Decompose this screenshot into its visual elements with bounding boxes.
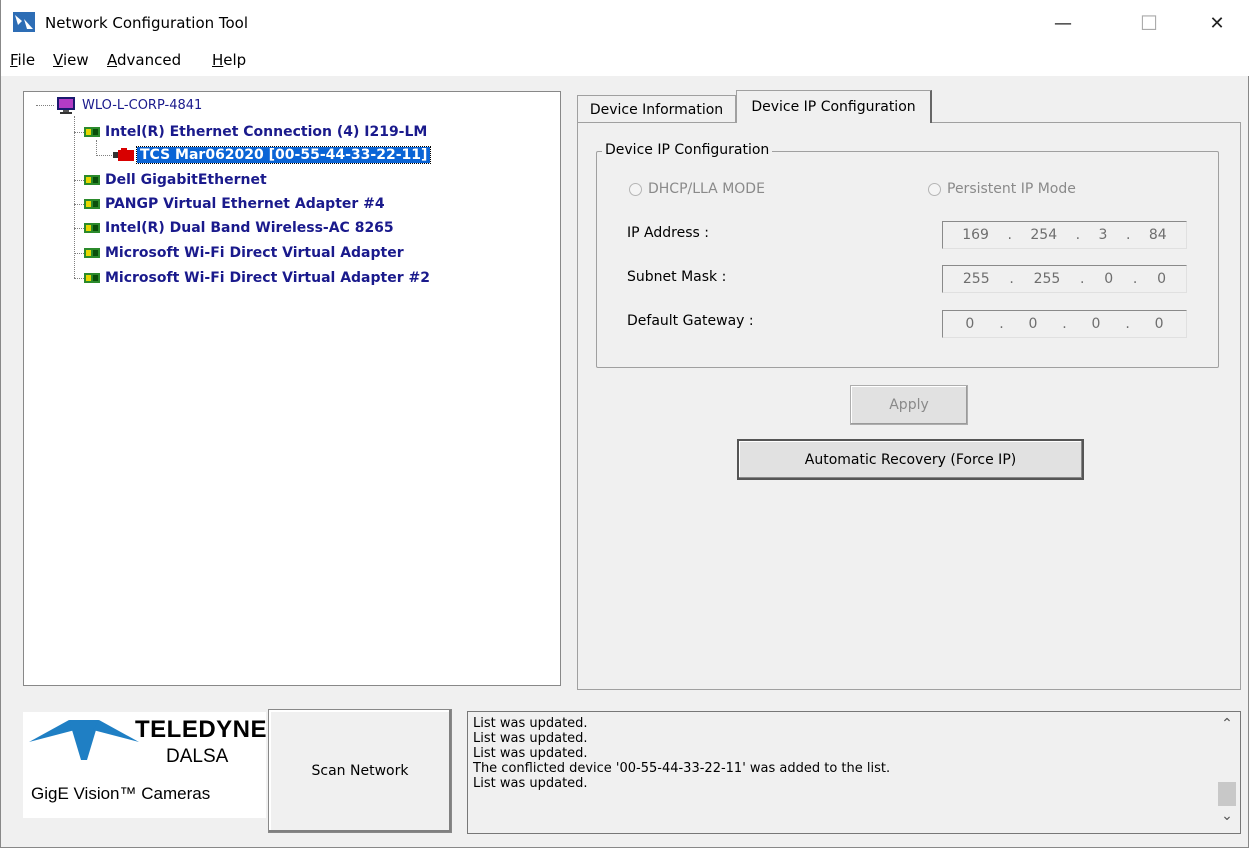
window-title: Network Configuration Tool [45,14,249,32]
tree-connector [36,105,54,106]
scroll-down-icon[interactable]: ⌄ [1214,808,1240,828]
tree-device-node[interactable]: TCS Mar062020 [00-55-44-33-22-11] [113,145,432,165]
network-adapter-icon [84,175,100,185]
network-tree[interactable]: WLO-L-CORP-4841 Intel(R) Ethernet Connec… [23,91,561,686]
menu-view[interactable]: View [53,51,89,69]
network-adapter-icon [84,273,100,283]
network-adapter-icon [84,127,100,137]
menu-advanced[interactable]: Advanced [107,51,181,69]
menu-file[interactable]: File [10,51,35,69]
ip-octet: 0 [1028,316,1038,332]
scroll-thumb[interactable] [1218,782,1236,806]
adapter-label: PANGP Virtual Ethernet Adapter #4 [105,196,385,212]
persistent-ip-label: Persistent IP Mode [947,181,1076,197]
menu-advanced-hotkey: A [107,51,117,69]
minimize-button[interactable]: — [1034,0,1092,46]
tree-adapter-node[interactable]: Dell GigabitEthernet [82,170,267,190]
default-gateway-label: Default Gateway : [627,313,754,329]
automatic-recovery-button[interactable]: Automatic Recovery (Force IP) [737,439,1084,480]
radio-circle-icon [928,182,941,196]
ip-octet: 169 [962,227,989,243]
tree-adapter-node[interactable]: Intel(R) Dual Band Wireless-AC 8265 [82,218,394,238]
ip-octet: 0 [1157,271,1167,287]
subnet-mask-label: Subnet Mask : [627,269,727,285]
adapter-label: Intel(R) Ethernet Connection (4) I219-LM [105,124,428,140]
log-panel[interactable]: List was updated. List was updated. List… [467,711,1241,834]
brand-name: TELEDYNE [135,716,268,743]
tab-device-ip-configuration[interactable]: Device IP Configuration [736,90,932,123]
ip-octet: 255 [1033,271,1061,287]
default-gateway-field[interactable]: 0. 0. 0. 0 [942,310,1187,338]
tree-adapter-node[interactable]: PANGP Virtual Ethernet Adapter #4 [82,194,385,214]
radio-circle-icon [629,182,642,196]
logo-tagline: GigE Vision™ Cameras [31,784,211,803]
apply-button[interactable]: Apply [850,385,968,425]
log-line: List was updated. [473,746,588,761]
host-name: WLO-L-CORP-4841 [82,97,203,113]
ip-octet: 254 [1030,227,1058,243]
adapter-label: Intel(R) Dual Band Wireless-AC 8265 [105,220,394,236]
tree-connector [96,155,114,156]
network-tool-icon [13,12,35,32]
menu-file-label: ile [17,51,36,69]
log-line: List was updated. [473,776,588,791]
network-adapter-icon [84,199,100,209]
network-adapter-icon [84,223,100,233]
menu-help[interactable]: Help [212,51,246,69]
scan-network-button[interactable]: Scan Network [268,709,452,833]
menu-bar: File View Advanced Help [1,46,1249,76]
ip-address-label: IP Address : [627,225,709,241]
adapter-label: Dell GigabitEthernet [105,172,267,188]
menu-help-label: elp [223,51,247,69]
log-lines: List was updated. List was updated. List… [473,716,890,791]
ip-octet: 84 [1148,227,1167,243]
network-adapter-icon [84,248,100,258]
camera-device-icon [113,148,134,161]
maximize-button[interactable]: ☐ [1120,0,1178,46]
adapter-label: Microsoft Wi-Fi Direct Virtual Adapter #… [105,270,430,286]
tree-connector [96,140,97,156]
adapter-label: Microsoft Wi-Fi Direct Virtual Adapter [105,245,404,261]
teledyne-logo-icon [29,720,139,760]
app-window: Network Configuration Tool — ☐ ✕ File Vi… [0,0,1249,848]
close-button[interactable]: ✕ [1188,0,1246,46]
tree-adapter-node[interactable]: Intel(R) Ethernet Connection (4) I219-LM [82,122,427,142]
scroll-up-icon[interactable]: ⌃ [1214,716,1240,736]
log-line: List was updated. [473,731,588,746]
ip-address-field[interactable]: 169. 254. 3. 84 [942,221,1187,249]
tree-host-node[interactable]: WLO-L-CORP-4841 [56,95,202,115]
tree-adapter-node[interactable]: Microsoft Wi-Fi Direct Virtual Adapter [82,243,404,263]
groupbox-title: Device IP Configuration [602,142,773,158]
sub-brand-name: DALSA [166,746,229,767]
menu-file-hotkey: F [10,51,18,69]
log-scrollbar[interactable]: ⌃ ⌄ [1214,712,1240,833]
tab-device-information[interactable]: Device Information [577,95,736,123]
subnet-mask-field[interactable]: 255. 255. 0. 0 [942,265,1187,293]
persistent-ip-radio[interactable]: Persistent IP Mode [928,181,1076,197]
ip-octet: 0 [1104,271,1114,287]
tree-adapter-node[interactable]: Microsoft Wi-Fi Direct Virtual Adapter #… [82,268,430,288]
ip-octet: 3 [1098,227,1108,243]
log-line: List was updated. [473,716,588,731]
computer-icon [57,97,75,114]
menu-advanced-label: dvanced [117,51,182,69]
dhcp-mode-label: DHCP/LLA MODE [648,181,765,197]
ip-octet: 255 [962,271,990,287]
menu-view-hotkey: V [53,51,63,69]
log-line: The conflicted device '00-55-44-33-22-11… [473,761,891,776]
teledyne-dalsa-logo: TELEDYNE DALSA GigE Vision™ Cameras [23,712,268,818]
ip-octet: 0 [965,316,975,332]
selected-device-label: TCS Mar062020 [00-55-44-33-22-11] [135,146,432,164]
ip-octet: 0 [1091,316,1101,332]
menu-view-label: iew [62,51,89,69]
title-bar: Network Configuration Tool — ☐ ✕ [1,0,1249,46]
ip-octet: 0 [1154,316,1164,332]
menu-help-hotkey: H [212,51,224,69]
dhcp-mode-radio[interactable]: DHCP/LLA MODE [629,181,765,197]
